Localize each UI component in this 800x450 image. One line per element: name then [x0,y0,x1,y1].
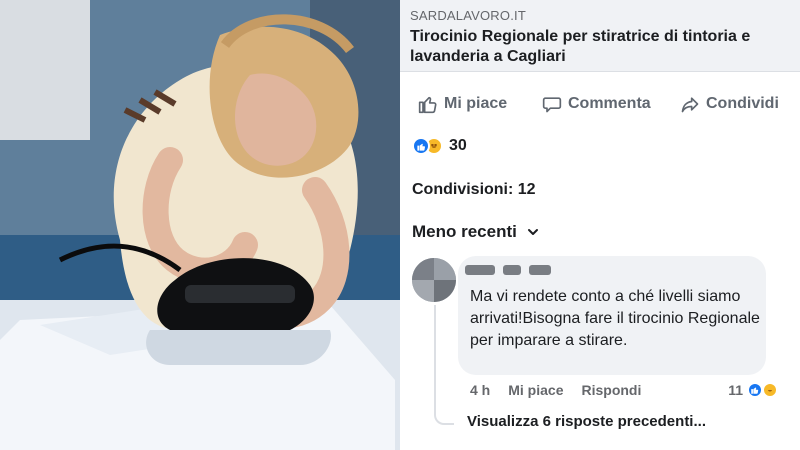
commenter-name[interactable] [465,263,575,277]
like-button-label: Mi piace [444,95,508,112]
comment-like-link[interactable]: Mi piace [508,382,563,398]
share-button-label: Condividi [706,95,779,112]
thumbs-up-icon [418,96,437,114]
comment-sort-label: Meno recenti [412,222,517,241]
comment-text: Ma vi rendete conto a ché livelli siamo … [470,288,760,349]
comment-haha-reaction-icon [762,382,778,398]
like-reaction-icon [412,137,430,155]
name-blur-block-3 [529,265,551,275]
reaction-count: 30 [449,137,467,154]
comment-time[interactable]: 4 h [470,382,490,398]
chevron-down-icon [527,229,538,235]
link-domain: SARDALAVORO.IT [410,8,526,23]
name-blur-block-2 [503,265,521,275]
post-photo[interactable] [0,0,400,450]
share-button[interactable]: Condividi [680,88,779,120]
comment-icon [542,97,562,113]
commenter-avatar[interactable] [412,258,456,302]
name-blur-block-1 [465,265,495,275]
comment-like-reaction-icon [747,382,763,398]
share-icon [681,97,699,113]
comment-meta: 4 h Mi piace Rispondi 11 [470,381,788,399]
like-button[interactable]: Mi piace [418,88,507,120]
link-preview[interactable]: SARDALAVORO.IT Tirocinio Regionale per s… [400,0,800,72]
comment-button[interactable]: Commenta [542,88,651,120]
ironing-photo [0,0,400,450]
share-count[interactable]: Condivisioni: 12 [412,181,536,199]
comment-button-label: Commenta [568,95,651,112]
comment-reaction-count: 11 [728,382,743,398]
post-actions: Mi piace Commenta Condividi [400,88,800,120]
reply-thread-line [434,305,454,425]
comment-sort-dropdown[interactable]: Meno recenti [412,222,539,242]
link-title: Tirocinio Regionale per stiratrice di ti… [410,28,751,65]
comment-reactions[interactable]: 11 [728,382,778,398]
view-previous-replies-link[interactable]: Visualizza 6 risposte precedenti... [467,413,706,430]
post-reactions[interactable]: 30 [412,135,467,157]
comment-reply-link[interactable]: Rispondi [581,382,641,398]
